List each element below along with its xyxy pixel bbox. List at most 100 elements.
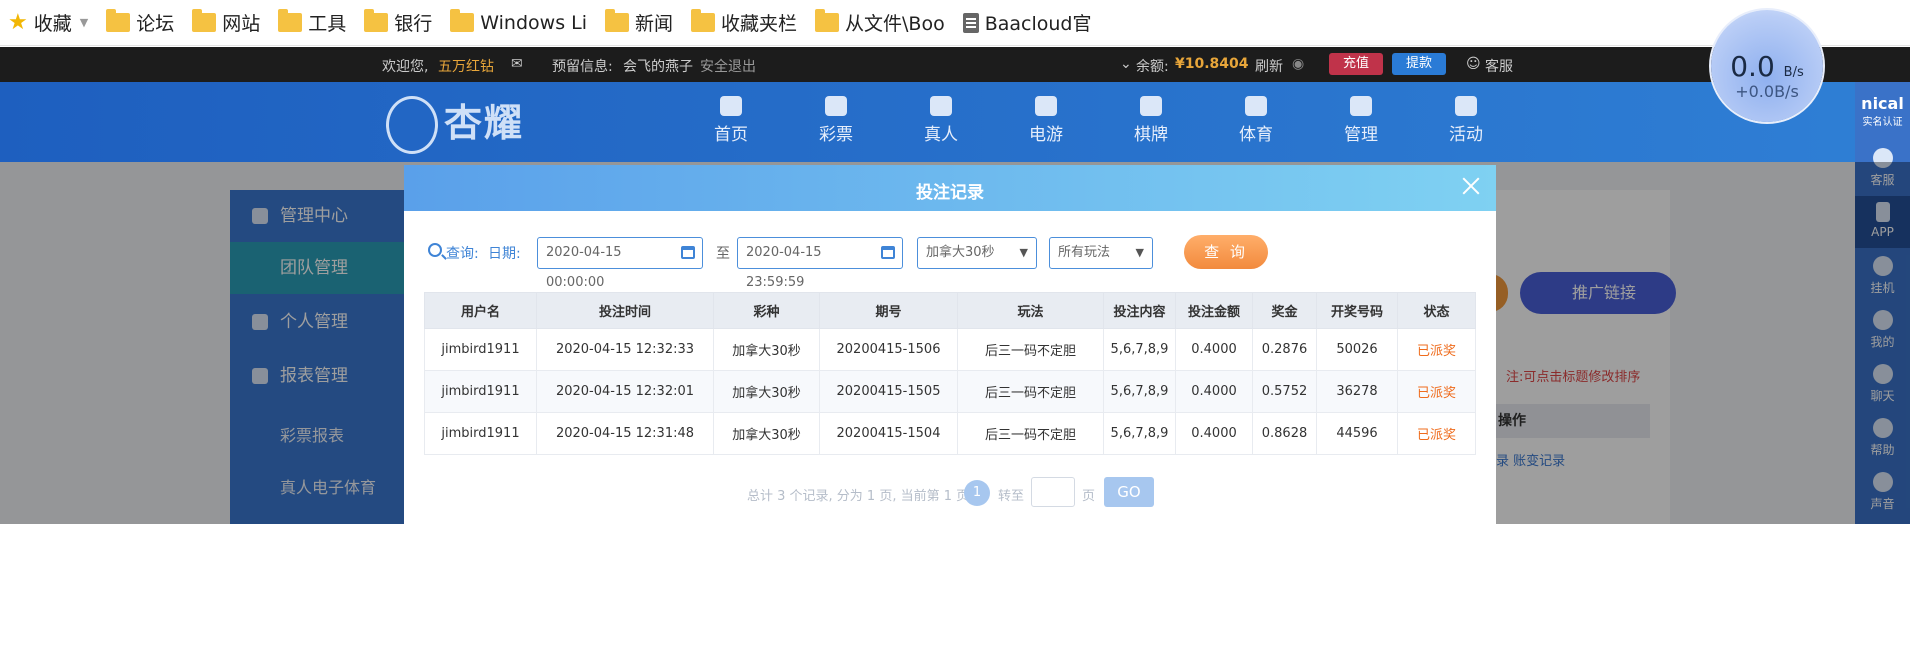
service-icon[interactable]: ☺ xyxy=(1466,56,1481,72)
calendar-icon[interactable] xyxy=(681,246,695,259)
cell-issue: 20200415-1506 xyxy=(819,328,958,371)
calendar-icon[interactable] xyxy=(881,246,895,259)
speed-value: 0.0 xyxy=(1730,50,1775,83)
column-header[interactable]: 投注时间 xyxy=(536,292,714,329)
bookmark-folder[interactable]: 论坛 xyxy=(106,9,174,36)
withdraw-button[interactable]: 提款 xyxy=(1392,53,1446,75)
service-link[interactable]: 客服 xyxy=(1485,56,1513,76)
column-header[interactable]: 期号 xyxy=(819,292,958,329)
bookmark-folder[interactable]: Windows Li xyxy=(450,9,587,34)
mail-icon[interactable]: ✉ xyxy=(511,56,523,72)
nav-label: 首页 xyxy=(714,125,748,145)
chevron-down-icon[interactable]: ⌄ xyxy=(1120,56,1132,72)
folder-icon xyxy=(691,9,716,32)
nav-activity[interactable]: 活动 xyxy=(1431,96,1501,145)
bookmark-label: 网站 xyxy=(222,13,261,35)
nav-label: 体育 xyxy=(1239,125,1273,145)
page-unit-label: 页 xyxy=(1082,489,1096,504)
page-number-current[interactable]: 1 xyxy=(964,480,990,506)
caret-down-icon: ▼ xyxy=(1019,246,1028,259)
users-icon xyxy=(1350,96,1372,116)
bookmark-folder[interactable]: 工具 xyxy=(278,9,346,36)
cell-content: 5,6,7,8,9 xyxy=(1103,412,1176,455)
go-button[interactable]: GO xyxy=(1104,477,1154,507)
nav-label: 真人 xyxy=(924,125,958,145)
cell-username: jimbird1911 xyxy=(424,412,537,455)
select-value: 所有玩法 xyxy=(1058,245,1111,260)
bookmark-favorites[interactable]: ★ 收藏 ▼ xyxy=(8,9,88,36)
bookmark-folder[interactable]: 新闻 xyxy=(605,9,673,36)
cell-issue: 20200415-1505 xyxy=(819,370,958,413)
bookmark-folder[interactable]: 收藏夹栏 xyxy=(691,9,797,36)
cell-status: 已派奖 xyxy=(1397,412,1476,455)
cell-prize: 0.2876 xyxy=(1252,328,1317,371)
bookmark-label: 收藏 xyxy=(33,13,72,35)
cell-lottery: 加拿大30秒 xyxy=(713,370,820,413)
close-icon[interactable] xyxy=(1460,175,1482,197)
reserved-info-value: 会飞的燕子 xyxy=(623,59,693,75)
date-from-input[interactable]: 2020-04-15 00:00:00 xyxy=(537,237,703,290)
query-filter-bar: 查询: 日期: 2020-04-15 00:00:00 至 2020-04-15… xyxy=(424,235,1474,290)
egame-icon xyxy=(1035,96,1057,116)
table-row[interactable]: jimbird1911 2020-04-15 12:31:48 加拿大30秒 2… xyxy=(424,412,1476,455)
column-header[interactable]: 彩种 xyxy=(713,292,820,329)
reserved-info-label: 预留信息: xyxy=(552,59,613,75)
column-header[interactable]: 投注内容 xyxy=(1103,292,1176,329)
bookmark-page[interactable]: Baacloud官 xyxy=(962,9,1092,36)
column-header[interactable]: 奖金 xyxy=(1252,292,1317,329)
lottery-select[interactable]: 加拿大30秒 ▼ xyxy=(917,237,1037,269)
nav-sports[interactable]: 体育 xyxy=(1221,96,1291,145)
live-icon xyxy=(930,96,952,116)
bookmark-folder[interactable]: 银行 xyxy=(364,9,432,36)
cell-bet-time: 2020-04-15 12:32:33 xyxy=(536,328,714,371)
nav-chess[interactable]: 棋牌 xyxy=(1116,96,1186,145)
column-header[interactable]: 投注金额 xyxy=(1175,292,1253,329)
realname-verify-button[interactable]: nical 实名认证 xyxy=(1855,84,1910,142)
date-to-input[interactable]: 2020-04-15 23:59:59 xyxy=(737,237,903,290)
site-logo[interactable]: 杏耀 xyxy=(444,92,524,147)
cell-content: 5,6,7,8,9 xyxy=(1103,328,1176,371)
nav-egame[interactable]: 电游 xyxy=(1011,96,1081,145)
column-header[interactable]: 状态 xyxy=(1397,292,1476,329)
table-row[interactable]: jimbird1911 2020-04-15 12:32:33 加拿大30秒 2… xyxy=(424,328,1476,371)
nav-label: 电游 xyxy=(1029,125,1063,145)
folder-icon xyxy=(450,9,475,32)
query-button[interactable]: 查 询 xyxy=(1184,235,1268,269)
dialog-title: 投注记录 xyxy=(916,183,984,203)
folder-icon xyxy=(192,9,217,32)
nav-manage[interactable]: 管理 xyxy=(1326,96,1396,145)
goto-page-input[interactable] xyxy=(1031,477,1075,507)
nav-lottery[interactable]: 彩票 xyxy=(801,96,871,145)
table-row[interactable]: jimbird1911 2020-04-15 12:32:01 加拿大30秒 2… xyxy=(424,370,1476,413)
refresh-link[interactable]: 刷新 xyxy=(1255,56,1283,76)
bookmark-label: Windows Li xyxy=(480,11,587,34)
charge-button[interactable]: 充值 xyxy=(1329,53,1383,75)
dialog-header: 投注记录 xyxy=(404,165,1496,211)
network-speed-widget[interactable]: 0.0 B/s +0.0B/s xyxy=(1711,10,1823,122)
username[interactable]: 五万红钻 xyxy=(438,56,494,76)
nav-home[interactable]: 首页 xyxy=(696,96,766,145)
welcome-text: 欢迎您, xyxy=(382,59,429,75)
pagination-summary: 总计 3 个记录, 分为 1 页, 当前第 1 页 xyxy=(747,489,970,504)
lottery-icon xyxy=(825,96,847,116)
nav-label: 管理 xyxy=(1344,125,1378,145)
cell-lottery: 加拿大30秒 xyxy=(713,328,820,371)
column-header[interactable]: 开奖号码 xyxy=(1316,292,1398,329)
play-select[interactable]: 所有玩法 ▼ xyxy=(1049,237,1153,269)
bookmarks-bar: ★ 收藏 ▼ 论坛 网站 工具 银行 Windows Li 新闻 收藏夹栏 从文… xyxy=(0,0,1910,46)
nav-live[interactable]: 真人 xyxy=(906,96,976,145)
folder-icon xyxy=(278,9,303,32)
cell-draw-number: 44596 xyxy=(1316,412,1398,455)
eye-icon[interactable]: ◉ xyxy=(1292,56,1304,72)
folder-icon xyxy=(364,9,389,32)
cell-draw-number: 50026 xyxy=(1316,328,1398,371)
column-header[interactable]: 用户名 xyxy=(424,292,537,329)
logout-link[interactable]: 安全退出 xyxy=(700,56,756,76)
column-header[interactable]: 玩法 xyxy=(957,292,1104,329)
gift-icon xyxy=(1455,96,1477,116)
cell-lottery: 加拿大30秒 xyxy=(713,412,820,455)
folder-icon xyxy=(605,9,629,32)
bookmark-folder[interactable]: 网站 xyxy=(192,9,260,36)
bookmark-folder[interactable]: 从文件\Boo xyxy=(815,9,945,36)
select-value: 加拿大30秒 xyxy=(926,245,995,260)
